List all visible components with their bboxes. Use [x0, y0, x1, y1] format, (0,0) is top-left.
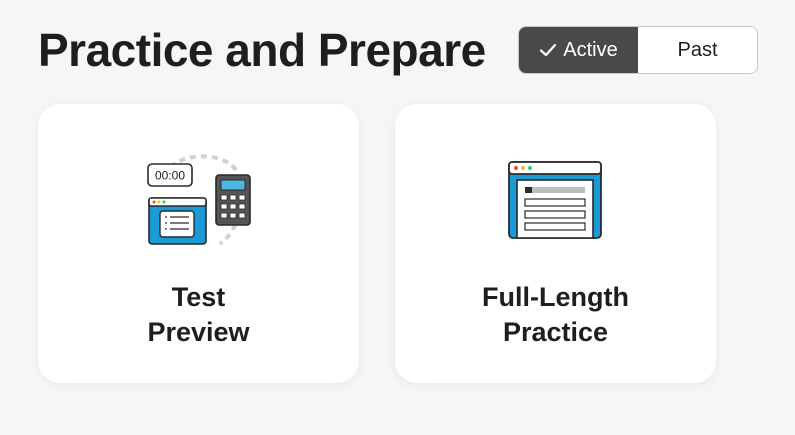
practice-cards: 00:00 Test Preview Full-Length Practice	[38, 104, 716, 383]
test-preview-icon: 00:00	[144, 154, 254, 250]
active-toggle-button[interactable]: Active	[519, 27, 638, 73]
past-toggle-label: Past	[677, 38, 718, 61]
test-preview-title-line2: Preview	[147, 317, 250, 347]
test-preview-title: Test Preview	[147, 280, 249, 350]
page-title: Practice and Prepare	[38, 24, 486, 76]
full-length-practice-card[interactable]: Full-Length Practice	[395, 104, 716, 383]
page-header: Practice and Prepare	[38, 20, 486, 80]
test-preview-title-line1: Test	[171, 282, 226, 312]
full-length-practice-title-line2: Practice	[502, 317, 609, 347]
timer-text: 00:00	[154, 169, 184, 183]
test-preview-card[interactable]: 00:00 Test Preview	[38, 104, 359, 383]
full-length-practice-title: Full-Length Practice	[482, 280, 629, 350]
full-length-practice-title-line1: Full-Length	[482, 282, 629, 312]
active-past-toggle: Active Past	[518, 26, 758, 74]
past-toggle-button[interactable]: Past	[638, 27, 757, 73]
full-length-practice-icon	[501, 154, 611, 250]
check-icon	[539, 41, 557, 59]
active-toggle-label: Active	[563, 38, 618, 61]
